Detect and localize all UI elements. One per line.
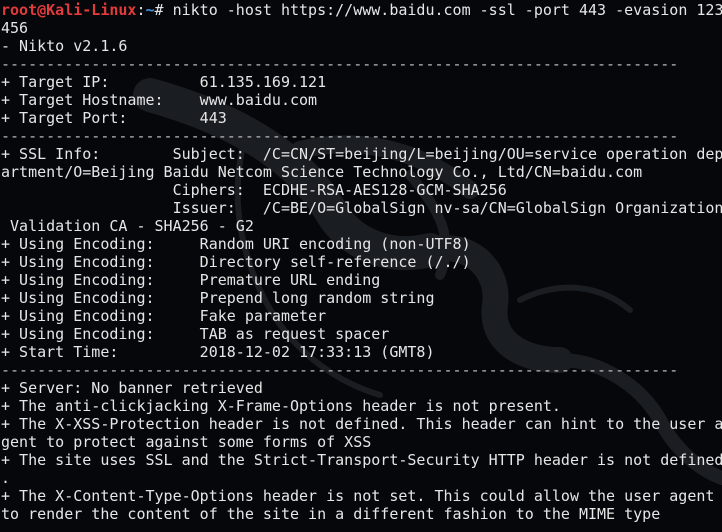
ssl-subject-continued-line: artment/O=Beijing Baidu Netcom Science T… xyxy=(1,163,643,181)
finding-continued-line: to render the content of the site in a d… xyxy=(1,505,661,523)
target-port-line: + Target Port: 443 xyxy=(1,109,227,127)
target-ip-line: + Target IP: 61.135.169.121 xyxy=(1,73,327,91)
prompt-cwd: ~ xyxy=(145,1,155,19)
separator-rule: ----------------------------------------… xyxy=(1,55,679,73)
terminal-window[interactable]: root@Kali-Linux:~# nikto -host https://w… xyxy=(0,0,722,532)
ssl-issuer-continued-line: Validation CA - SHA256 - G2 xyxy=(1,217,254,235)
ssl-ciphers-line: Ciphers: ECDHE-RSA-AES128-GCM-SHA256 xyxy=(1,181,507,199)
prompt-user-host: root@Kali-Linux xyxy=(1,1,137,19)
target-hostname-line: + Target Hostname: www.baidu.com xyxy=(1,91,318,109)
prompt-symbol: # xyxy=(154,1,164,19)
terminal-output: root@Kali-Linux:~# nikto -host https://w… xyxy=(0,0,722,523)
prompt-line: root@Kali-Linux:~# nikto -host https://w… xyxy=(1,1,722,19)
encoding-line: + Using Encoding: Directory self-referen… xyxy=(1,253,471,271)
ssl-issuer-line: Issuer: /C=BE/O=GlobalSign nv-sa/CN=Glob… xyxy=(1,199,722,217)
encoding-line: + Using Encoding: TAB as request spacer xyxy=(1,325,390,343)
finding-line: + The site uses SSL and the Strict-Trans… xyxy=(1,451,722,469)
finding-line: + The anti-clickjacking X-Frame-Options … xyxy=(1,397,561,415)
command-text: nikto -host https://www.baidu.com -ssl -… xyxy=(163,1,722,19)
nikto-version-line: - Nikto v2.1.6 xyxy=(1,37,128,55)
encoding-line: + Using Encoding: Premature URL ending xyxy=(1,271,381,289)
separator-rule: ----------------------------------------… xyxy=(1,361,679,379)
finding-continued-line: gent to protect against some forms of XS… xyxy=(1,433,372,451)
output-line: 456 xyxy=(1,19,29,37)
encoding-line: + Using Encoding: Fake parameter xyxy=(1,307,327,325)
encoding-line: + Using Encoding: Random URI encoding (n… xyxy=(1,235,471,253)
ssl-info-line: + SSL Info: Subject: /C=CN/ST=beijing/L=… xyxy=(1,145,722,163)
separator-rule: ----------------------------------------… xyxy=(1,127,679,145)
finding-line: + Server: No banner retrieved xyxy=(1,379,263,397)
start-time-line: + Start Time: 2018-12-02 17:33:13 (GMT8) xyxy=(1,343,435,361)
finding-continued-line: . xyxy=(1,469,11,487)
finding-line: + The X-XSS-Protection header is not def… xyxy=(1,415,722,433)
prompt-separator: : xyxy=(136,1,146,19)
finding-line: + The X-Content-Type-Options header is n… xyxy=(1,487,715,505)
encoding-line: + Using Encoding: Prepend long random st… xyxy=(1,289,435,307)
